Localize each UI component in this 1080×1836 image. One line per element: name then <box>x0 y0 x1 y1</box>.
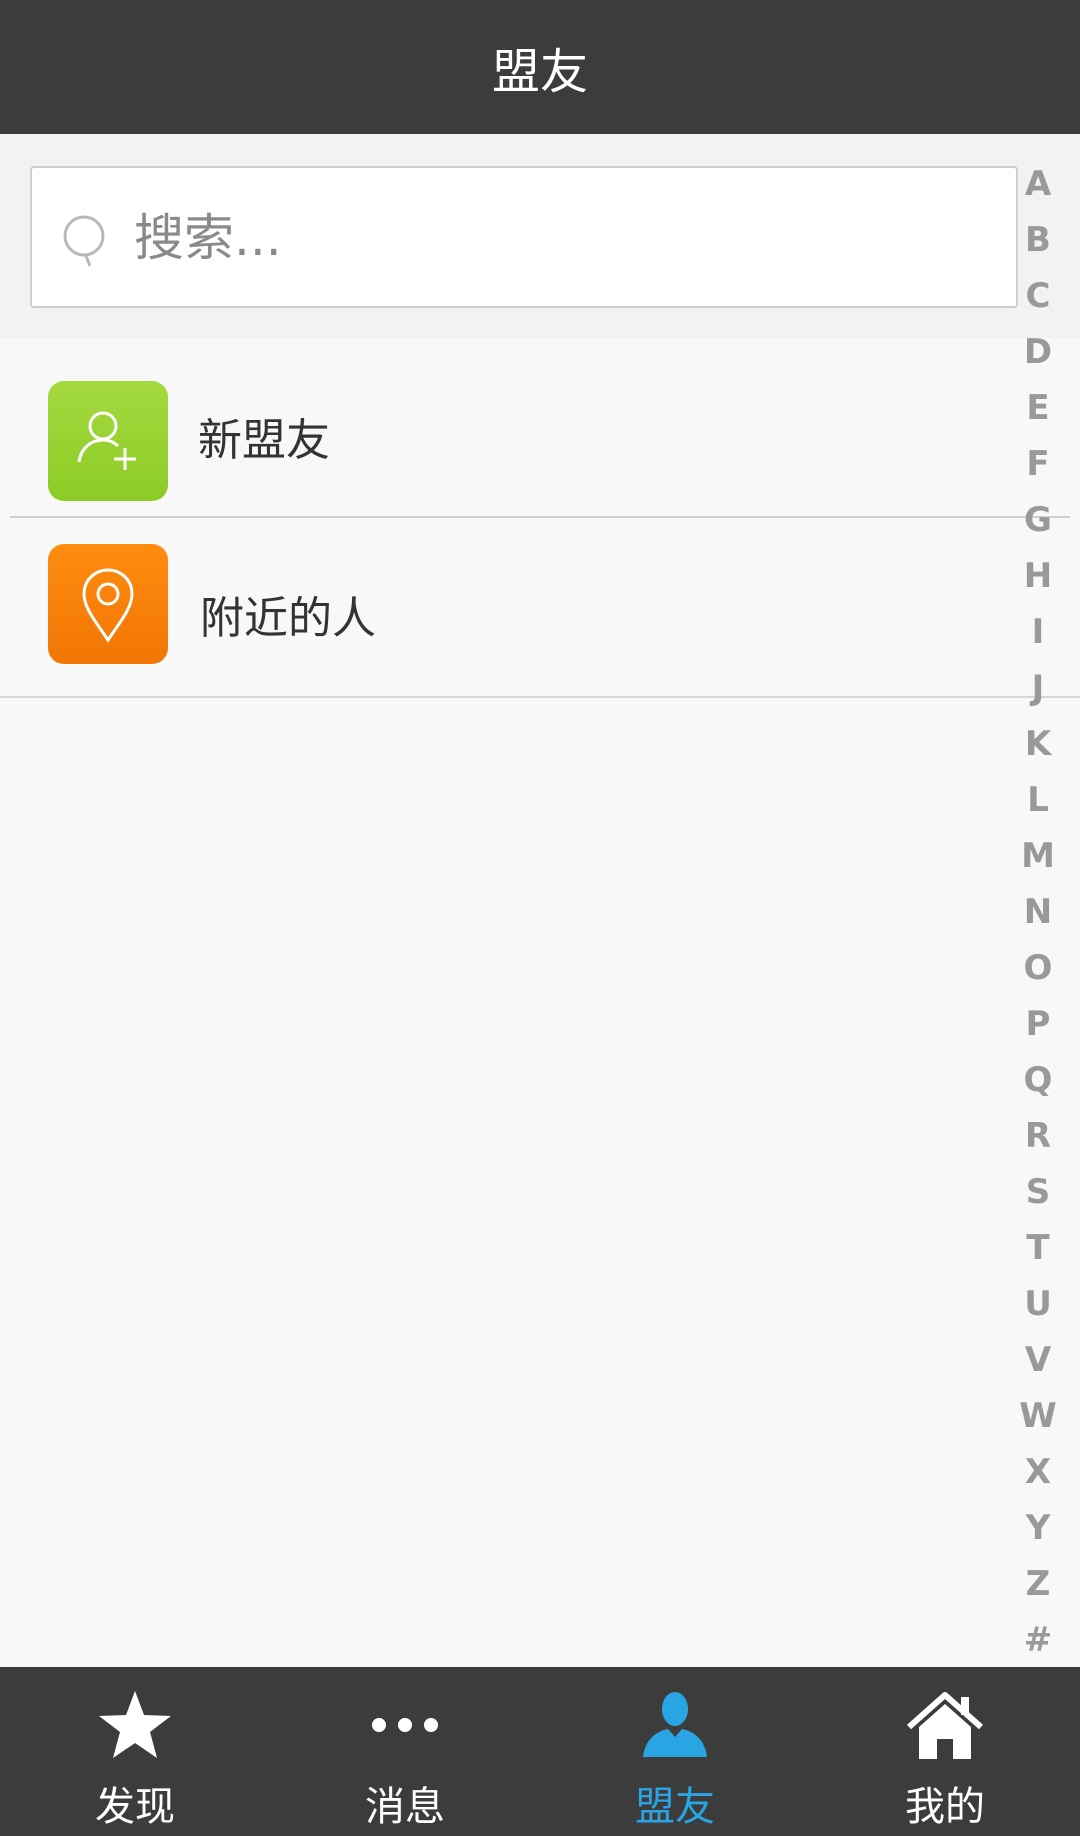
index-letter[interactable]: F <box>1026 436 1049 492</box>
contact-list: 新盟友 附近的人 <box>0 338 1080 698</box>
index-letter[interactable]: H <box>1024 548 1052 604</box>
home-icon <box>907 1692 983 1759</box>
index-letter[interactable]: W <box>1019 1388 1057 1444</box>
index-letter[interactable]: T <box>1026 1220 1049 1276</box>
index-letter[interactable]: A <box>1025 156 1051 212</box>
alphabet-index[interactable]: A B C D E F G H I J K L M N O P Q R S T … <box>1006 156 1070 1668</box>
tab-mine[interactable]: 我的 <box>810 1667 1080 1836</box>
new-friends-tile <box>48 381 168 501</box>
index-letter[interactable]: G <box>1024 492 1052 548</box>
tab-label: 发现 <box>95 1784 175 1830</box>
index-letter[interactable]: E <box>1026 380 1049 436</box>
index-letter[interactable]: Q <box>1024 1052 1053 1108</box>
search-input[interactable] <box>132 194 996 282</box>
star-icon <box>99 1691 171 1758</box>
bottom-tab-bar: 发现 消息 盟友 我的 <box>0 1667 1080 1836</box>
index-letter[interactable]: R <box>1025 1108 1051 1164</box>
index-letter[interactable]: V <box>1025 1332 1051 1388</box>
list-item-label: 新盟友 <box>198 415 330 466</box>
index-letter[interactable]: C <box>1026 268 1051 324</box>
index-letter[interactable]: D <box>1024 324 1052 380</box>
index-letter[interactable]: O <box>1024 940 1053 996</box>
index-letter[interactable]: N <box>1024 884 1052 940</box>
index-letter[interactable]: # <box>1024 1612 1053 1668</box>
person-icon <box>643 1692 707 1757</box>
tab-label: 消息 <box>365 1784 445 1830</box>
index-letter[interactable]: U <box>1024 1276 1052 1332</box>
list-item-nearby-people[interactable]: 附近的人 <box>0 518 1080 698</box>
search-area <box>0 134 1080 338</box>
index-letter[interactable]: I <box>1032 604 1045 660</box>
location-pin-icon <box>82 568 134 643</box>
index-letter[interactable]: Y <box>1026 1500 1051 1556</box>
search-box[interactable] <box>30 166 1018 308</box>
search-icon <box>63 215 105 267</box>
index-letter[interactable]: X <box>1025 1444 1051 1500</box>
index-letter[interactable]: M <box>1021 828 1055 884</box>
top-bar: 盟友 <box>0 0 1080 134</box>
tab-label: 我的 <box>905 1784 985 1830</box>
index-letter[interactable]: J <box>1032 660 1045 716</box>
index-letter[interactable]: L <box>1027 772 1049 828</box>
index-letter[interactable]: K <box>1025 716 1051 772</box>
tab-discover[interactable]: 发现 <box>0 1667 270 1836</box>
add-friend-icon <box>77 411 136 470</box>
nearby-people-tile <box>48 544 168 664</box>
page-title: 盟友 <box>491 44 588 100</box>
tab-label: 盟友 <box>635 1784 715 1830</box>
more-dots-icon <box>372 1718 438 1732</box>
tab-allies[interactable]: 盟友 <box>540 1667 810 1836</box>
index-letter[interactable]: B <box>1025 212 1051 268</box>
list-item-new-friends[interactable]: 新盟友 <box>10 338 1070 518</box>
index-letter[interactable]: P <box>1026 996 1051 1052</box>
list-item-label: 附近的人 <box>200 593 376 644</box>
index-letter[interactable]: Z <box>1026 1556 1051 1612</box>
tab-messages[interactable]: 消息 <box>270 1667 540 1836</box>
index-letter[interactable]: S <box>1026 1164 1051 1220</box>
